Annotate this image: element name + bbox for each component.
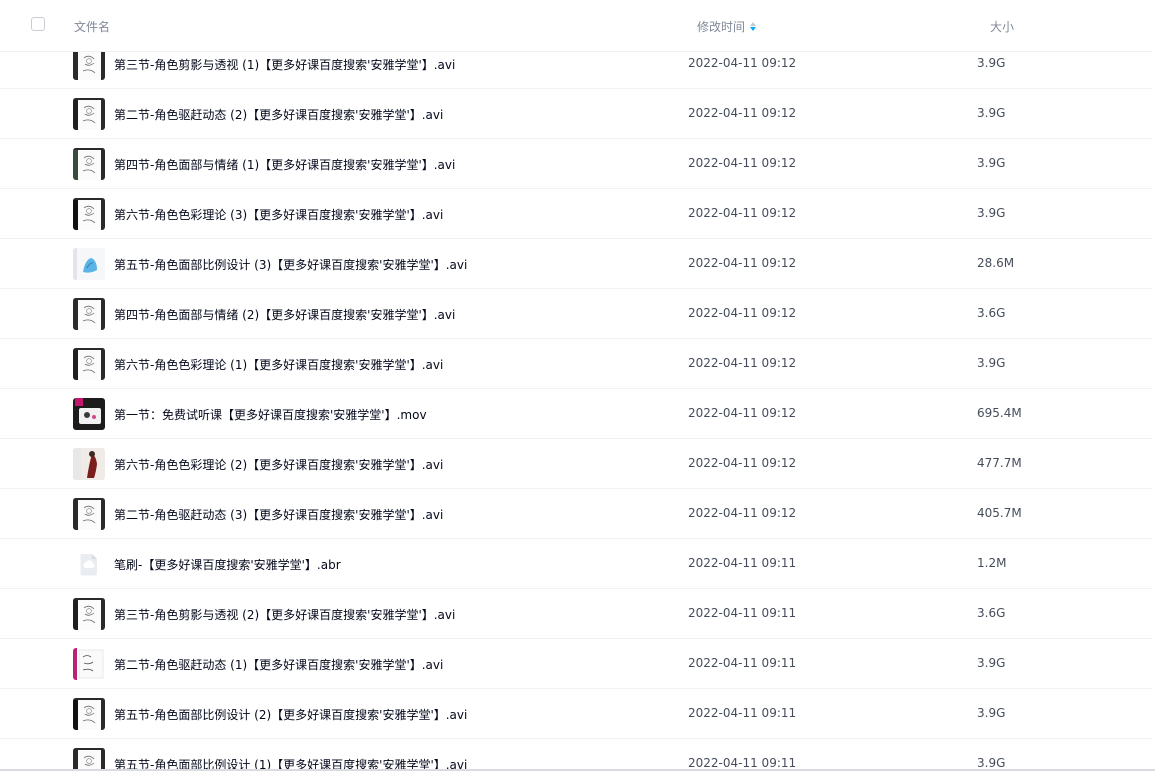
video-thumbnail-icon <box>73 198 105 230</box>
file-size: 3.9G <box>977 106 1006 120</box>
file-row[interactable]: 第一节：免费试听课【更多好课百度搜索'安雅学堂'】.mov 2022-04-11 … <box>0 389 1152 439</box>
file-modified-time: 2022-04-11 09:12 <box>688 306 797 320</box>
video-thumbnail-icon <box>73 398 105 430</box>
video-thumbnail-icon <box>73 598 105 630</box>
file-modified-time: 2022-04-11 09:12 <box>688 56 797 70</box>
file-row[interactable]: 第二节-角色驱赶动态 (1)【更多好课百度搜索'安雅学堂'】.avi 2022-0… <box>0 639 1152 689</box>
video-thumbnail-icon <box>73 298 105 330</box>
file-row[interactable]: 第二节-角色驱赶动态 (3)【更多好课百度搜索'安雅学堂'】.avi 2022-0… <box>0 489 1152 539</box>
file-row[interactable]: 笔刷-【更多好课百度搜索'安雅学堂'】.abr 2022-04-11 09:11 1… <box>0 539 1152 589</box>
column-header-modified-label: 修改时间 <box>697 20 746 34</box>
sort-descending-icon[interactable] <box>749 22 757 32</box>
file-modified-time: 2022-04-11 09:11 <box>688 556 797 570</box>
file-row[interactable]: 第六节-角色色彩理论 (1)【更多好课百度搜索'安雅学堂'】.avi 2022-0… <box>0 339 1152 389</box>
file-size: 3.6G <box>977 606 1006 620</box>
file-icon <box>73 548 105 580</box>
file-name[interactable]: 第四节-角色面部与情绪 (2)【更多好课百度搜索'安雅学堂'】.avi <box>114 306 455 323</box>
file-modified-time: 2022-04-11 09:11 <box>688 606 797 620</box>
video-thumbnail-icon <box>73 648 105 680</box>
file-name[interactable]: 第六节-角色色彩理论 (1)【更多好课百度搜索'安雅学堂'】.avi <box>114 356 443 373</box>
video-thumbnail-icon <box>73 448 105 480</box>
video-thumbnail-icon <box>73 248 105 280</box>
file-name[interactable]: 第二节-角色驱赶动态 (2)【更多好课百度搜索'安雅学堂'】.avi <box>114 106 443 123</box>
file-size: 695.4M <box>977 406 1022 420</box>
video-thumbnail-icon <box>73 148 105 180</box>
file-list-page: 文件名 修改时间 大小 第三节-角色剪影与透视 (1)【更多好课百度搜索'安雅学… <box>0 0 1155 771</box>
file-modified-time: 2022-04-11 09:12 <box>688 456 797 470</box>
file-row[interactable]: 第五节-角色面部比例设计 (2)【更多好课百度搜索'安雅学堂'】.avi 2022… <box>0 689 1152 739</box>
file-row[interactable]: 第五节-角色面部比例设计 (1)【更多好课百度搜索'安雅学堂'】.avi 2022… <box>0 739 1152 771</box>
column-header-size[interactable]: 大小 <box>990 18 1014 35</box>
file-size: 3.9G <box>977 656 1006 670</box>
file-row[interactable]: 第四节-角色面部与情绪 (1)【更多好课百度搜索'安雅学堂'】.avi 2022-… <box>0 139 1152 189</box>
video-thumbnail-icon <box>73 48 105 80</box>
file-modified-time: 2022-04-11 09:12 <box>688 506 797 520</box>
file-size: 405.7M <box>977 506 1022 520</box>
file-name[interactable]: 第二节-角色驱赶动态 (1)【更多好课百度搜索'安雅学堂'】.avi <box>114 656 443 673</box>
file-name[interactable]: 第六节-角色色彩理论 (3)【更多好课百度搜索'安雅学堂'】.avi <box>114 206 443 223</box>
file-size: 3.6G <box>977 306 1006 320</box>
file-list-header: 文件名 修改时间 大小 <box>0 0 1152 52</box>
file-size: 1.2M <box>977 556 1007 570</box>
file-modified-time: 2022-04-11 09:12 <box>688 106 797 120</box>
column-header-modified[interactable]: 修改时间 <box>697 18 757 35</box>
file-modified-time: 2022-04-11 09:12 <box>688 406 797 420</box>
select-all-checkbox[interactable] <box>31 17 45 31</box>
file-size: 3.9G <box>977 56 1006 70</box>
file-modified-time: 2022-04-11 09:12 <box>688 356 797 370</box>
file-size: 3.9G <box>977 206 1006 220</box>
video-thumbnail-icon <box>73 498 105 530</box>
file-row[interactable]: 第二节-角色驱赶动态 (2)【更多好课百度搜索'安雅学堂'】.avi 2022-0… <box>0 89 1152 139</box>
file-name[interactable]: 第一节：免费试听课【更多好课百度搜索'安雅学堂'】.mov <box>114 406 427 423</box>
file-name[interactable]: 第五节-角色面部比例设计 (3)【更多好课百度搜索'安雅学堂'】.avi <box>114 256 467 273</box>
file-row[interactable]: 第五节-角色面部比例设计 (3)【更多好课百度搜索'安雅学堂'】.avi 2022… <box>0 239 1152 289</box>
file-name[interactable]: 第五节-角色面部比例设计 (2)【更多好课百度搜索'安雅学堂'】.avi <box>114 706 467 723</box>
video-thumbnail-icon <box>73 348 105 380</box>
file-name[interactable]: 第三节-角色剪影与透视 (1)【更多好课百度搜索'安雅学堂'】.avi <box>114 56 455 73</box>
file-size: 477.7M <box>977 456 1022 470</box>
file-row[interactable]: 第六节-角色色彩理论 (3)【更多好课百度搜索'安雅学堂'】.avi 2022-0… <box>0 189 1152 239</box>
file-size: 3.9G <box>977 706 1006 720</box>
file-list: 第三节-角色剪影与透视 (1)【更多好课百度搜索'安雅学堂'】.avi 2022-… <box>0 39 1152 771</box>
file-modified-time: 2022-04-11 09:11 <box>688 756 797 770</box>
file-size: 3.9G <box>977 756 1006 770</box>
video-thumbnail-icon <box>73 748 105 771</box>
file-size: 3.9G <box>977 356 1006 370</box>
file-name[interactable]: 第四节-角色面部与情绪 (1)【更多好课百度搜索'安雅学堂'】.avi <box>114 156 455 173</box>
video-thumbnail-icon <box>73 698 105 730</box>
file-size: 3.9G <box>977 156 1006 170</box>
file-row[interactable]: 第六节-角色色彩理论 (2)【更多好课百度搜索'安雅学堂'】.avi 2022-0… <box>0 439 1152 489</box>
file-name[interactable]: 第三节-角色剪影与透视 (2)【更多好课百度搜索'安雅学堂'】.avi <box>114 606 455 623</box>
video-thumbnail-icon <box>73 98 105 130</box>
file-name[interactable]: 第二节-角色驱赶动态 (3)【更多好课百度搜索'安雅学堂'】.avi <box>114 506 443 523</box>
file-size: 28.6M <box>977 256 1015 270</box>
file-modified-time: 2022-04-11 09:12 <box>688 206 797 220</box>
file-row[interactable]: 第四节-角色面部与情绪 (2)【更多好课百度搜索'安雅学堂'】.avi 2022-… <box>0 289 1152 339</box>
file-modified-time: 2022-04-11 09:11 <box>688 706 797 720</box>
file-row[interactable]: 第三节-角色剪影与透视 (2)【更多好课百度搜索'安雅学堂'】.avi 2022-… <box>0 589 1152 639</box>
file-name[interactable]: 第六节-角色色彩理论 (2)【更多好课百度搜索'安雅学堂'】.avi <box>114 456 443 473</box>
file-modified-time: 2022-04-11 09:12 <box>688 156 797 170</box>
file-modified-time: 2022-04-11 09:12 <box>688 256 797 270</box>
file-modified-time: 2022-04-11 09:11 <box>688 656 797 670</box>
column-header-name[interactable]: 文件名 <box>74 18 110 35</box>
file-name[interactable]: 笔刷-【更多好课百度搜索'安雅学堂'】.abr <box>114 556 341 573</box>
